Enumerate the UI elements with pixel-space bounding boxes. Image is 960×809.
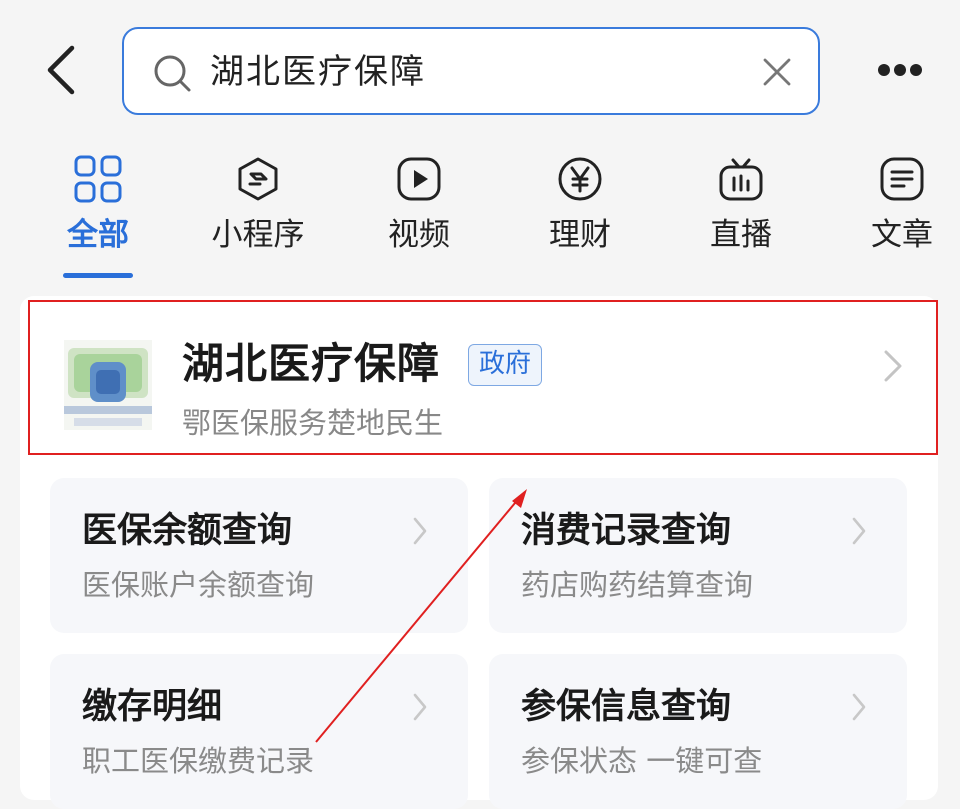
top-bar: 湖北医疗保障 [0, 0, 960, 140]
service-title: 参保信息查询 [521, 687, 732, 727]
service-description: 职工医保缴费记录 [82, 744, 315, 778]
active-tab-indicator [63, 273, 133, 278]
category-tabs: 全部 小程序 视频 理财 直播 文章 [0, 150, 960, 282]
service-insurance-info[interactable]: 参保信息查询 参保状态 一键可查 [489, 654, 907, 809]
mini-program-icon [238, 157, 278, 201]
tab-finance[interactable]: 理财 [520, 150, 640, 282]
tab-label: 直播 [710, 217, 772, 253]
mini-program-title: 湖北医疗保障 [182, 339, 441, 388]
tab-videos[interactable]: 视频 [359, 150, 479, 282]
service-title: 缴存明细 [82, 687, 223, 727]
chevron-right-icon [884, 350, 902, 382]
more-dot-icon [894, 64, 906, 76]
tab-live[interactable]: 直播 [681, 150, 801, 282]
live-tv-icon [719, 158, 763, 201]
service-description: 医保账户余额查询 [82, 568, 315, 602]
government-badge: 政府 [468, 344, 543, 386]
chevron-left-icon [47, 45, 75, 95]
chevron-right-icon [413, 517, 427, 545]
service-balance-query[interactable]: 医保余额查询 医保账户余额查询 [50, 478, 468, 633]
tab-label: 视频 [388, 217, 450, 253]
chevron-right-icon [852, 693, 866, 721]
service-title: 消费记录查询 [521, 511, 732, 551]
tab-all[interactable]: 全部 [38, 150, 158, 282]
mini-program-result[interactable]: 湖北医疗保障 政府 鄂医保服务楚地民生 [28, 300, 938, 455]
service-deposit-details[interactable]: 缴存明细 职工医保缴费记录 [50, 654, 468, 809]
service-consumption-records[interactable]: 消费记录查询 药店购药结算查询 [489, 478, 907, 633]
tab-label: 理财 [549, 217, 611, 253]
more-dot-icon [910, 64, 922, 76]
grid-icon [74, 155, 122, 203]
mini-program-subtitle: 鄂医保服务楚地民生 [182, 406, 444, 440]
app-logo [64, 340, 152, 430]
tab-label: 小程序 [211, 217, 305, 253]
search-icon [154, 55, 191, 92]
tab-mini-programs[interactable]: 小程序 [198, 150, 318, 282]
close-icon[interactable] [762, 57, 792, 87]
article-icon [880, 157, 924, 201]
service-description: 参保状态 一键可查 [521, 744, 763, 778]
video-play-icon [397, 157, 441, 201]
more-options-button[interactable] [876, 62, 924, 80]
tab-articles[interactable]: 文章 [842, 150, 960, 282]
chevron-right-icon [413, 693, 427, 721]
service-title: 医保余额查询 [82, 511, 293, 551]
service-description: 药店购药结算查询 [521, 568, 754, 602]
search-input[interactable]: 湖北医疗保障 [210, 50, 426, 94]
search-box[interactable]: 湖北医疗保障 [122, 27, 820, 115]
yen-coin-icon [558, 157, 602, 201]
tab-label: 文章 [871, 217, 933, 253]
tab-label: 全部 [67, 217, 129, 253]
more-dot-icon [878, 64, 890, 76]
back-button[interactable] [40, 44, 84, 96]
chevron-right-icon [852, 517, 866, 545]
